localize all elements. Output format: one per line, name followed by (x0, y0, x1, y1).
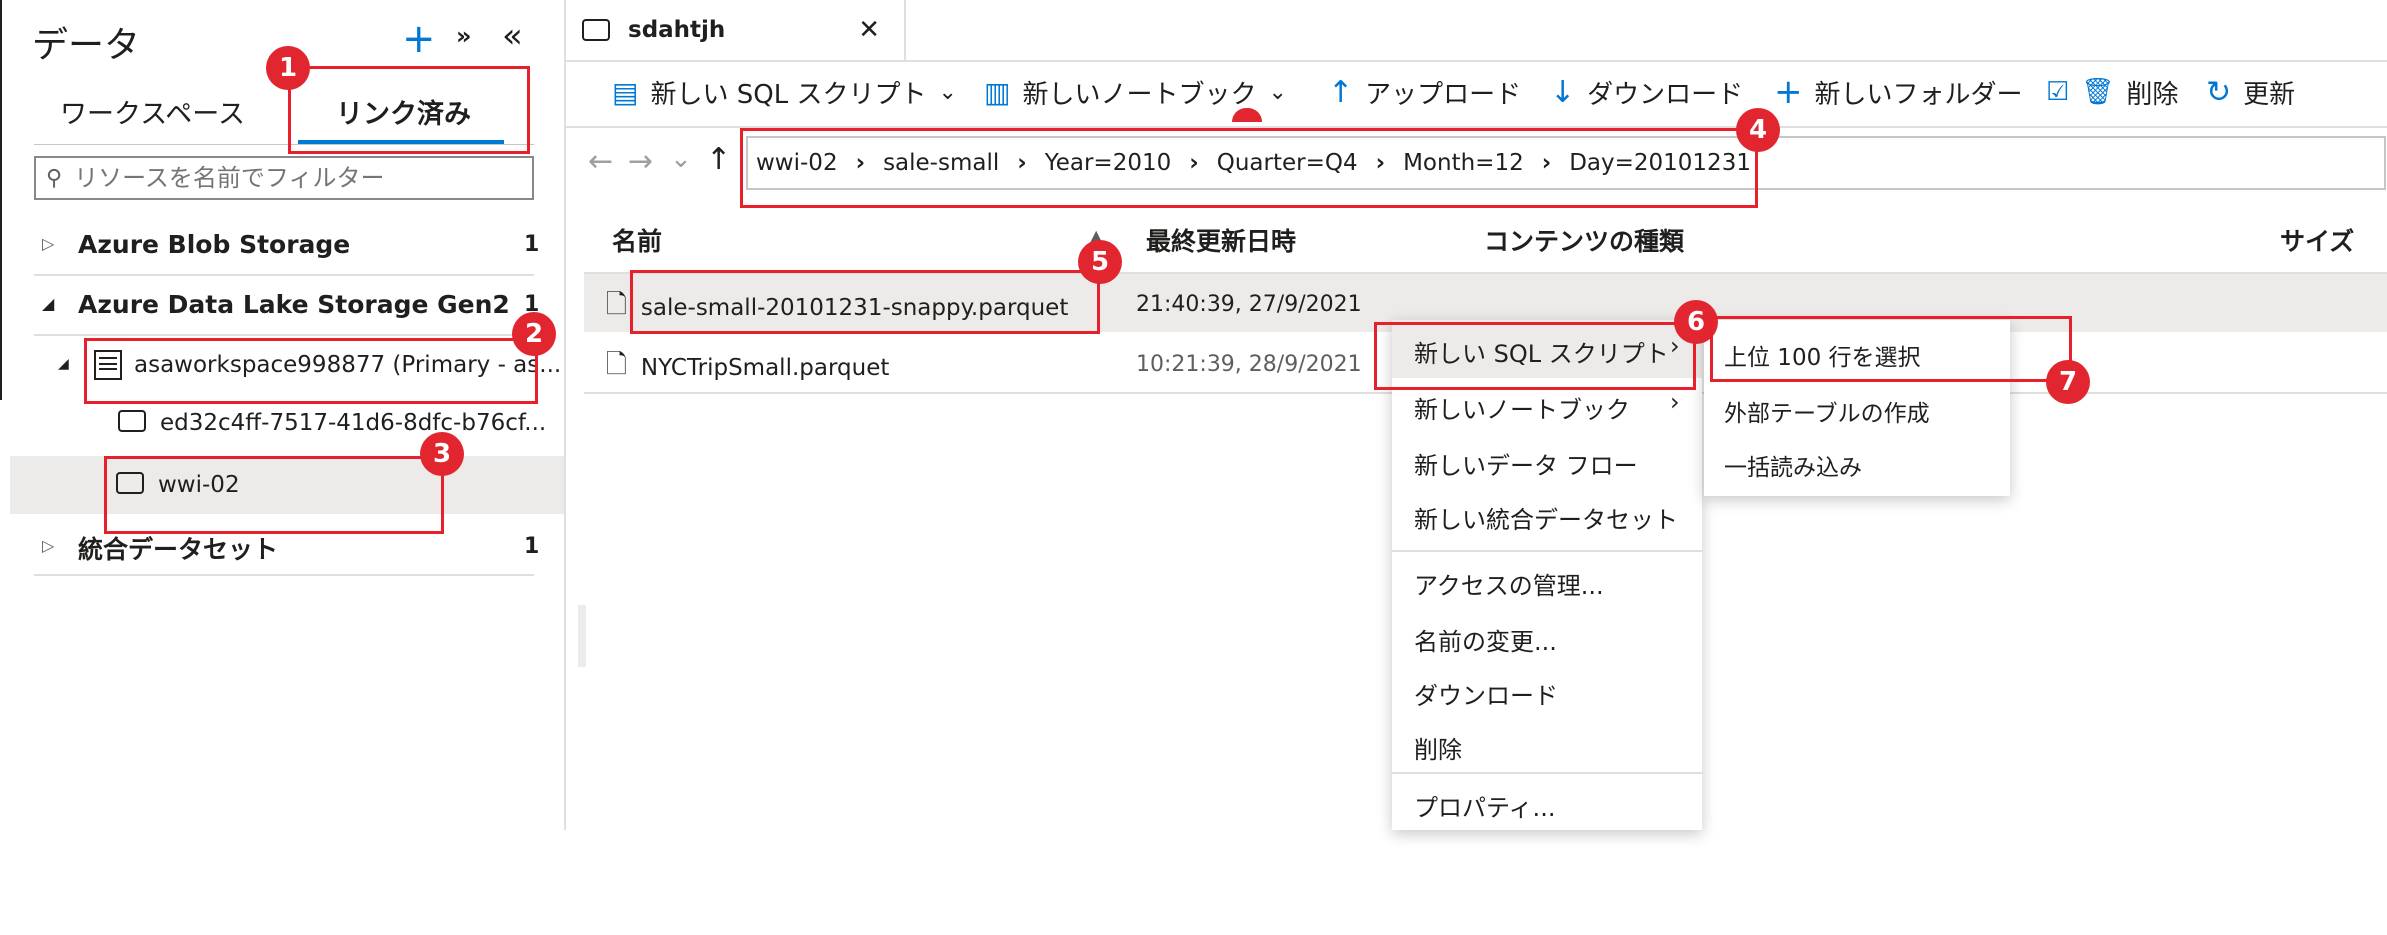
chevron-down-icon: ⌄ (1268, 79, 1287, 105)
context-item-manage-access[interactable]: アクセスの管理... (1414, 566, 1604, 601)
annotation-box-4 (740, 128, 1758, 208)
submenu-item-create-external-table[interactable]: 外部テーブルの作成 (1724, 394, 1930, 428)
annotation-box-5 (630, 270, 1100, 334)
file-icon: 🗋 (606, 290, 627, 320)
filter-input[interactable] (72, 163, 517, 193)
download-button[interactable]: ↓ ダウンロード (1550, 70, 1743, 114)
checkbox-icon: ☑ (2046, 77, 2070, 107)
menu-separator (1392, 550, 1702, 552)
add-icon[interactable]: + (402, 16, 436, 62)
annotation-box-3 (104, 456, 444, 534)
column-header-content-type[interactable]: コンテンツの種類 (1484, 222, 1684, 258)
collapse-caret-icon[interactable]: ◢ (58, 356, 69, 372)
context-item-delete[interactable]: 削除 (1414, 730, 1462, 765)
submenu-item-bulk-load[interactable]: 一括読み込み (1724, 448, 1862, 482)
tree-item-azure-blob[interactable]: Azure Blob Storage (78, 230, 350, 259)
collapse-panel-icon[interactable]: « (502, 16, 523, 56)
panel-title: データ (32, 25, 141, 66)
tree-item-integrated-datasets[interactable]: 統合データセット (78, 530, 278, 566)
annotation-badge-4: 4 (1736, 108, 1780, 152)
annotation-box-7 (1710, 316, 2072, 382)
tree-divider (34, 334, 534, 336)
tree-divider (34, 574, 534, 576)
tree-count-integrated: 1 (524, 534, 540, 559)
annotation-badge-5: 5 (1078, 240, 1122, 284)
pane-divider[interactable] (564, 0, 566, 830)
splitter-handle[interactable] (578, 605, 586, 667)
tree-divider (34, 274, 534, 276)
new-folder-button[interactable]: + 新しいフォルダー (1774, 70, 2023, 114)
delete-button[interactable]: ☑ 🗑 削除 (2046, 70, 2178, 114)
context-item-properties[interactable]: プロパティ... (1414, 788, 1555, 823)
expand-caret-icon[interactable]: ▷ (42, 536, 54, 555)
close-icon[interactable]: ✕ (858, 15, 880, 45)
chevron-down-icon[interactable]: ⌄ (670, 144, 692, 174)
new-sql-script-button[interactable]: ▤ 新しい SQL スクリプト ⌄ (612, 70, 957, 114)
forward-arrow-icon[interactable]: → (628, 144, 653, 179)
file-modified-cell: 10:21:39, 28/9/2021 (1136, 352, 1362, 377)
file-name-cell[interactable]: 🗋 NYCTripSmall.parquet (606, 346, 889, 390)
up-arrow-icon[interactable]: ↑ (706, 142, 731, 177)
context-item-new-data-flow[interactable]: 新しいデータ フロー (1414, 446, 1638, 481)
column-header-modified[interactable]: 最終更新日時 (1146, 222, 1296, 258)
context-item-rename[interactable]: 名前の変更... (1414, 622, 1557, 657)
tab-workspace[interactable]: ワークスペース (60, 92, 245, 131)
context-item-download[interactable]: ダウンロード (1414, 676, 1558, 711)
new-notebook-button[interactable]: ▥ 新しいノートブック ⌄ (984, 70, 1287, 114)
download-icon: ↓ (1550, 74, 1576, 110)
tree-item-container[interactable]: ed32c4ff-7517-41d6-8dfc-b76cf... (160, 410, 546, 436)
column-header-name[interactable]: 名前 (612, 222, 662, 258)
back-arrow-icon[interactable]: ← (588, 144, 613, 179)
search-icon: ⚲ (46, 165, 63, 191)
add-icon: + (1774, 72, 1803, 112)
collapse-all-icon[interactable]: » (456, 22, 472, 50)
annotation-badge-1: 1 (266, 46, 310, 90)
tree-count-blob: 1 (524, 232, 540, 257)
collapse-caret-icon[interactable]: ◢ (42, 294, 54, 313)
notebook-icon: ▥ (984, 75, 1011, 109)
container-icon (582, 19, 610, 41)
upload-button[interactable]: ↑ アップロード (1328, 70, 1521, 114)
tab-title: sdahtjh (628, 17, 726, 43)
tab-sdahtjh[interactable]: sdahtjh ✕ (566, 0, 906, 60)
file-icon: 🗋 (606, 350, 627, 380)
annotation-box-2 (84, 338, 538, 404)
annotation-badge-3: 3 (420, 432, 464, 476)
annotation-badge-7: 7 (2046, 360, 2090, 404)
context-item-new-integrated-dataset[interactable]: 新しい統合データセット (1414, 500, 1678, 535)
expand-caret-icon[interactable]: ▷ (42, 234, 54, 253)
chevron-right-icon: › (1670, 388, 1680, 416)
annotation-box-1 (288, 66, 530, 154)
context-item-new-notebook[interactable]: 新しいノートブック (1414, 390, 1630, 425)
annotation-box-6 (1374, 322, 1696, 390)
upload-icon: ↑ (1328, 74, 1354, 110)
column-header-size[interactable]: サイズ (2280, 222, 2354, 258)
chevron-down-icon: ⌄ (938, 79, 957, 105)
trash-icon: 🗑 (2081, 77, 2115, 107)
refresh-icon: ↻ (2206, 74, 2232, 110)
tree-item-adls-gen2[interactable]: Azure Data Lake Storage Gen2 (78, 290, 510, 319)
left-edge (0, 0, 2, 400)
file-modified-cell: 21:40:39, 27/9/2021 (1136, 292, 1362, 317)
sql-script-icon: ▤ (612, 75, 639, 109)
menu-separator (1392, 772, 1702, 774)
filter-field[interactable]: ⚲ (34, 156, 534, 200)
annotation-badge-2: 2 (512, 312, 556, 356)
container-icon (118, 410, 146, 432)
context-menu: 新しい SQL スクリプト › 新しいノートブック › 新しいデータ フロー 新… (1392, 320, 1702, 830)
refresh-button[interactable]: ↻ 更新 (2206, 70, 2295, 114)
tab-strip-divider (566, 60, 2387, 62)
